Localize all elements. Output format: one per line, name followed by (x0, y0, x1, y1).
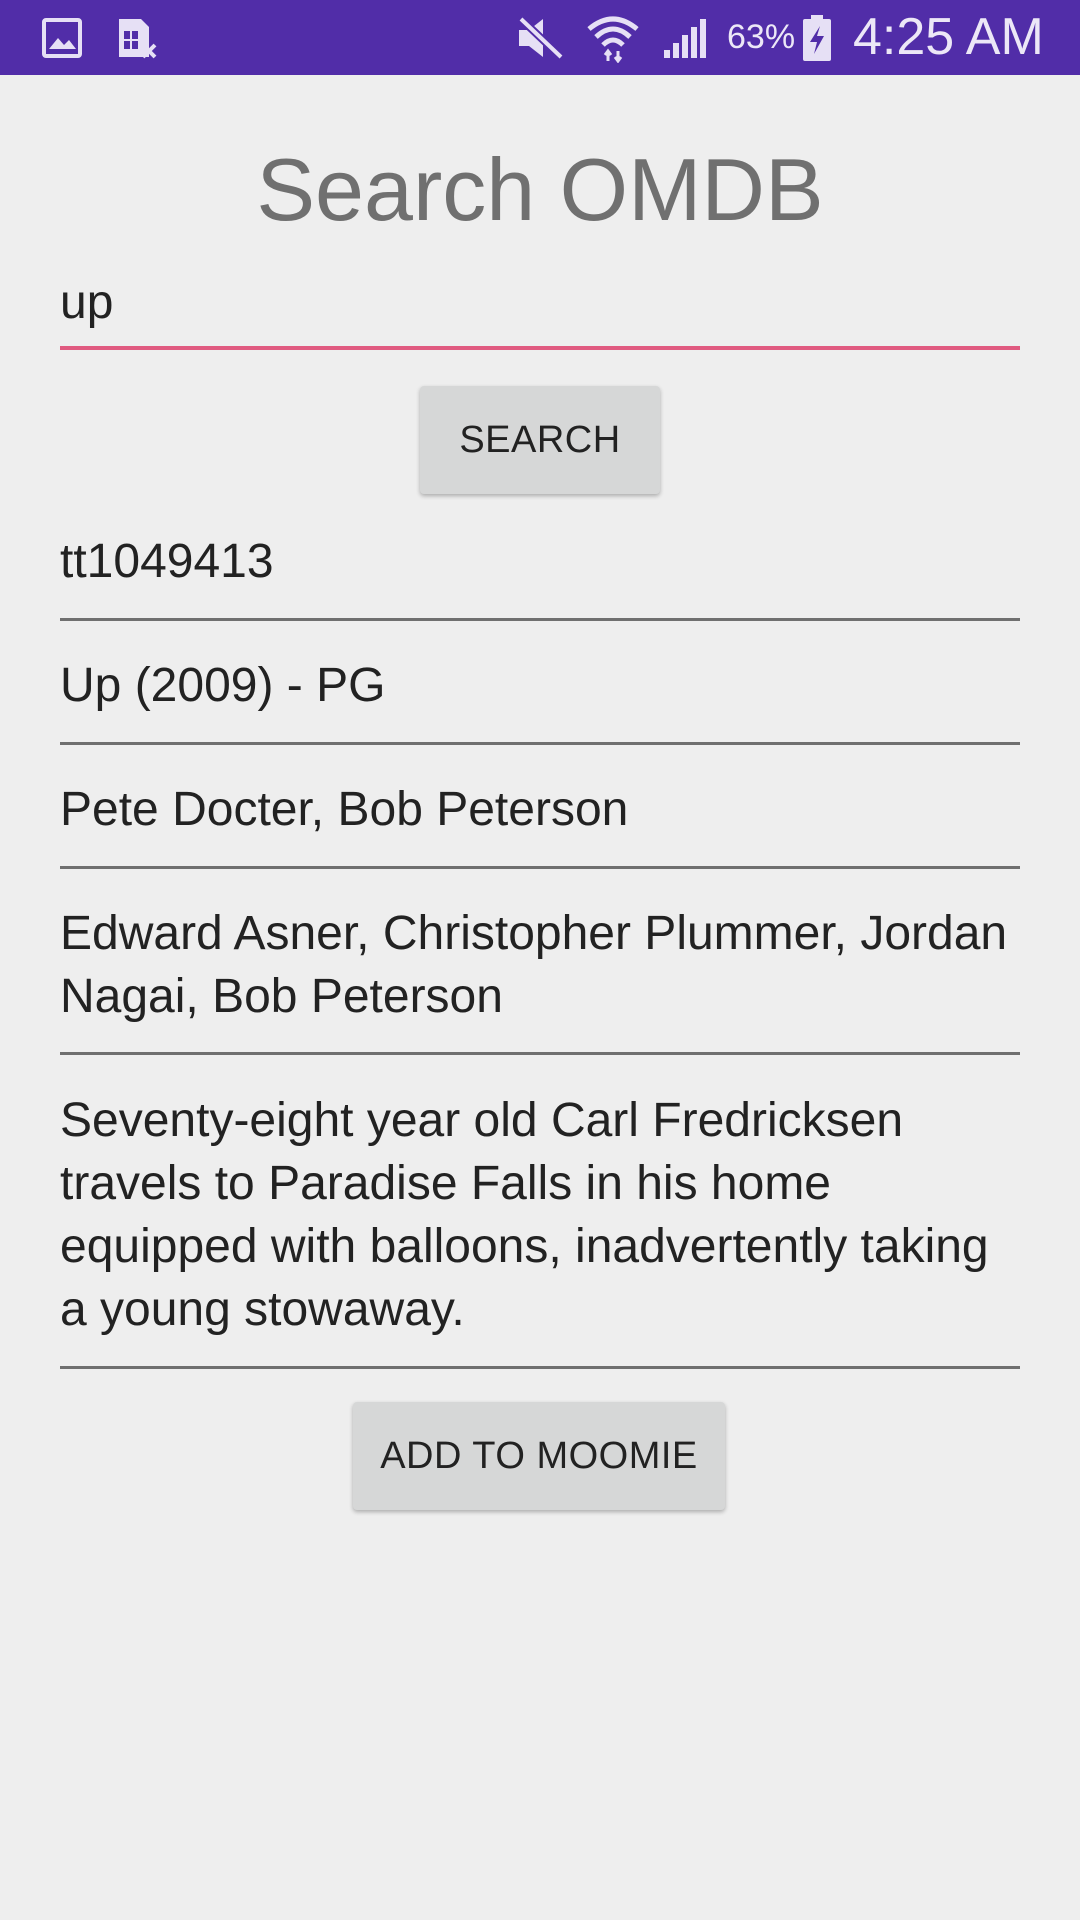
search-input[interactable] (60, 258, 1020, 350)
plot-field: Seventy-eight year old Carl Fredricksen … (60, 1089, 1020, 1369)
search-button[interactable]: SEARCH (420, 386, 660, 494)
wifi-icon (584, 0, 642, 75)
status-bar: 63% 4:25 AM (0, 0, 1080, 75)
movie-title-field: Up (2009) - PG (60, 654, 1020, 745)
signal-icon (660, 0, 712, 75)
mute-icon (512, 0, 568, 75)
gallery-icon (38, 0, 86, 75)
actors-field: Edward Asner, Christopher Plummer, Jorda… (60, 902, 1020, 1055)
imdb-id-field: tt1049413 (60, 530, 1020, 621)
battery-charging-icon (800, 0, 834, 75)
directors-field: Pete Docter, Bob Peterson (60, 778, 1020, 869)
clock: 4:25 AM (853, 8, 1044, 66)
page-title: Search OMDB (256, 140, 824, 239)
battery-percent: 63% (727, 18, 796, 56)
sim-error-icon (110, 0, 162, 75)
add-to-moomie-button[interactable]: ADD TO MOOMIE (353, 1402, 725, 1510)
